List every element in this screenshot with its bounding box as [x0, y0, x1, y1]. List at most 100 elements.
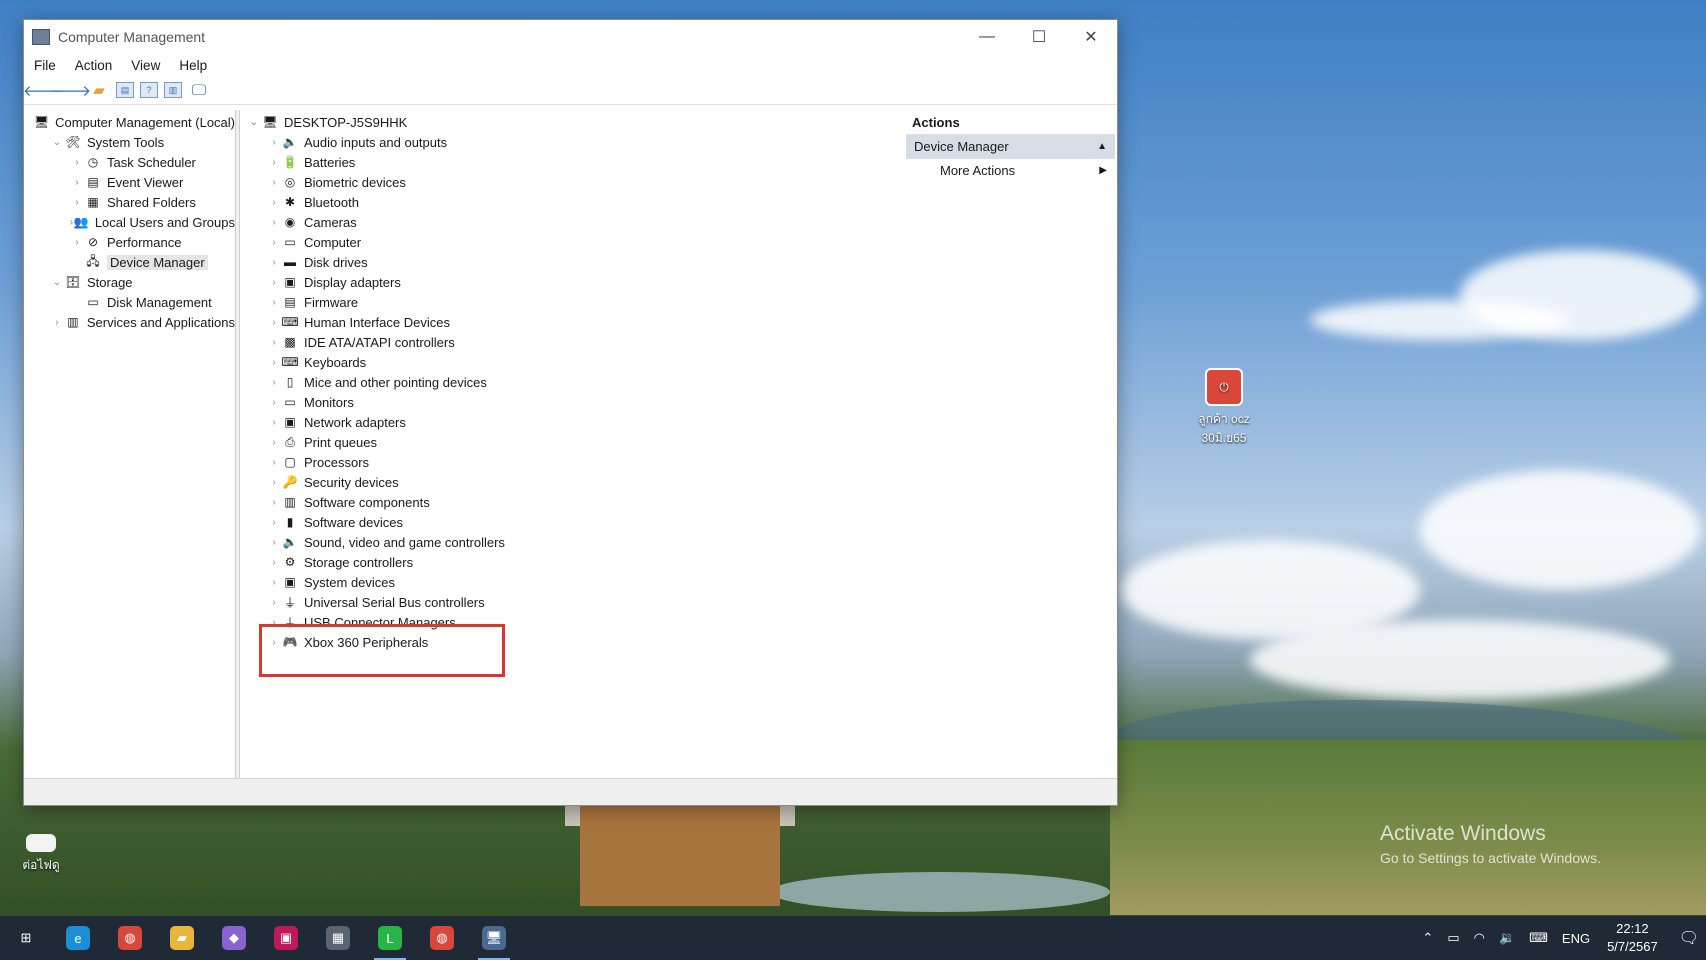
expand-chevron-icon[interactable]: › — [266, 317, 282, 328]
device-category-software-components[interactable]: › ▥ Software components — [240, 492, 923, 512]
color-app[interactable]: ◆ — [208, 916, 260, 960]
media-app[interactable]: ▣ — [260, 916, 312, 960]
expand-chevron-icon[interactable]: › — [266, 457, 282, 468]
expand-chevron-icon[interactable]: › — [266, 177, 282, 188]
expand-chevron-icon[interactable]: › — [266, 517, 282, 528]
tree-item-event-viewer[interactable]: › ▤ Event Viewer — [25, 172, 235, 192]
device-category-keyboards[interactable]: › ⌨ Keyboards — [240, 352, 923, 372]
expand-chevron-icon[interactable]: › — [266, 357, 282, 368]
more-actions-item[interactable]: More Actions ▶ — [906, 159, 1115, 183]
expand-chevron-icon[interactable]: › — [266, 637, 282, 648]
edge-app[interactable]: e — [52, 916, 104, 960]
expand-chevron-icon[interactable]: › — [266, 297, 282, 308]
menu-help[interactable]: Help — [179, 58, 207, 73]
tree-item-computer-management-local[interactable]: 🖥 Computer Management (Local) — [25, 112, 235, 132]
collapse-chevron-icon[interactable]: ⌄ — [49, 277, 65, 288]
language-indicator[interactable]: ENG — [1562, 931, 1590, 946]
monitor-icon[interactable]: 🖵 — [188, 80, 210, 100]
keyboard-icon[interactable]: ⌨ — [1529, 930, 1548, 946]
device-category-print-queues[interactable]: › ⎙ Print queues — [240, 432, 923, 452]
expand-chevron-icon[interactable]: › — [266, 197, 282, 208]
device-category-firmware[interactable]: › ▤ Firmware — [240, 292, 923, 312]
expand-chevron-icon[interactable]: › — [266, 217, 282, 228]
expand-chevron-icon[interactable]: › — [266, 497, 282, 508]
expand-chevron-icon[interactable]: › — [266, 557, 282, 568]
minimize-button[interactable]: — — [961, 20, 1013, 54]
close-button[interactable]: ✕ — [1065, 20, 1117, 54]
device-category-monitors[interactable]: › ▭ Monitors — [240, 392, 923, 412]
tree-item-system-tools[interactable]: ⌄ 🛠 System Tools — [25, 132, 235, 152]
device-category-display-adapters[interactable]: › ▣ Display adapters — [240, 272, 923, 292]
expand-chevron-icon[interactable]: › — [266, 577, 282, 588]
collapse-triangle-icon[interactable]: ▲ — [1097, 135, 1107, 159]
menu-view[interactable]: View — [131, 58, 160, 73]
line-app[interactable]: L — [364, 916, 416, 960]
expand-chevron-icon[interactable]: › — [266, 477, 282, 488]
clock[interactable]: 22:12 5/7/2567 — [1607, 920, 1658, 956]
device-category-network-adapters[interactable]: › ▣ Network adapters — [240, 412, 923, 432]
start-button[interactable]: ⊞ — [0, 916, 52, 960]
device-category-cameras[interactable]: › ◉ Cameras — [240, 212, 923, 232]
device-category-biometric-devices[interactable]: › ◎ Biometric devices — [240, 172, 923, 192]
tree-item-performance[interactable]: › ⊘ Performance — [25, 232, 235, 252]
expand-chevron-icon[interactable]: › — [266, 157, 282, 168]
expand-chevron-icon[interactable]: › — [266, 137, 282, 148]
device-category-software-devices[interactable]: › ▮ Software devices — [240, 512, 923, 532]
expand-chevron-icon[interactable]: › — [69, 197, 85, 208]
notification-icon[interactable]: 🗨 — [1679, 928, 1699, 948]
wifi-icon[interactable]: ◠ — [1474, 930, 1485, 946]
volume-icon[interactable]: 🔉 — [1499, 930, 1515, 946]
show-hidden-icons-chevron[interactable]: ⌃ — [1422, 930, 1433, 946]
tree-item-services-and-applications[interactable]: › ▥ Services and Applications — [25, 312, 235, 332]
computer-management-app[interactable]: 🖥 — [468, 916, 520, 960]
expand-chevron-icon[interactable]: › — [266, 397, 282, 408]
tree-item-disk-management[interactable]: ▭ Disk Management — [25, 292, 235, 312]
tree-item-shared-folders[interactable]: › ▦ Shared Folders — [25, 192, 235, 212]
expand-chevron-icon[interactable]: › — [266, 537, 282, 548]
file-explorer-app[interactable]: ▰ — [156, 916, 208, 960]
device-category-mice-and-other-pointing-devices[interactable]: › ▯ Mice and other pointing devices — [240, 372, 923, 392]
help-icon[interactable]: ? — [140, 82, 158, 98]
device-category-audio-inputs-and-outputs[interactable]: › 🔈 Audio inputs and outputs — [240, 132, 923, 152]
desktop-icon-file[interactable]: ต่อไฟดู — [4, 834, 78, 875]
expand-chevron-icon[interactable]: › — [266, 277, 282, 288]
device-category-bluetooth[interactable]: › ✱ Bluetooth — [240, 192, 923, 212]
collapse-chevron-icon[interactable]: ⌄ — [49, 137, 65, 148]
expand-chevron-icon[interactable]: › — [49, 317, 65, 328]
chrome-app[interactable]: ◍ — [104, 916, 156, 960]
device-category-sound-video-and-game-controllers[interactable]: › 🔈 Sound, video and game controllers — [240, 532, 923, 552]
properties-icon[interactable]: ▥ — [164, 82, 182, 98]
expand-chevron-icon[interactable]: › — [266, 257, 282, 268]
tree-item-storage[interactable]: ⌄ 🗄 Storage — [25, 272, 235, 292]
up-folder-icon[interactable]: ▰ — [88, 80, 110, 100]
device-category-human-interface-devices[interactable]: › ⌨ Human Interface Devices — [240, 312, 923, 332]
device-category-ide-ata-atapi-controllers[interactable]: › ▩ IDE ATA/ATAPI controllers — [240, 332, 923, 352]
device-category-xbox-360-peripherals[interactable]: › 🎮 Xbox 360 Peripherals — [240, 632, 923, 652]
expand-chevron-icon[interactable]: › — [266, 597, 282, 608]
device-tree-root[interactable]: ⌄ 🖥 DESKTOP-J5S9HHK — [240, 112, 923, 132]
device-category-disk-drives[interactable]: › ▬ Disk drives — [240, 252, 923, 272]
chrome-profile-app[interactable]: ◍ — [416, 916, 468, 960]
device-category-batteries[interactable]: › 🔋 Batteries — [240, 152, 923, 172]
device-category-system-devices[interactable]: › ▣ System devices — [240, 572, 923, 592]
expand-chevron-icon[interactable]: › — [266, 377, 282, 388]
device-category-computer[interactable]: › ▭ Computer — [240, 232, 923, 252]
tree-item-local-users-and-groups[interactable]: › 👥 Local Users and Groups — [25, 212, 235, 232]
expand-chevron-icon[interactable]: › — [69, 237, 85, 248]
expand-chevron-icon[interactable]: › — [266, 617, 282, 628]
device-category-security-devices[interactable]: › 🔑 Security devices — [240, 472, 923, 492]
show-hide-tree-icon[interactable]: ▤ — [116, 82, 134, 98]
expand-chevron-icon[interactable]: › — [266, 437, 282, 448]
collapse-chevron-icon[interactable]: ⌄ — [246, 117, 262, 128]
tree-item-task-scheduler[interactable]: › ◷ Task Scheduler — [25, 152, 235, 172]
battery-icon[interactable]: ▭ — [1447, 930, 1459, 946]
calculator-app[interactable]: ▦ — [312, 916, 364, 960]
tree-item-device-manager[interactable]: 🖧 Device Manager — [25, 252, 235, 272]
maximize-button[interactable]: ☐ — [1013, 20, 1065, 54]
actions-device-manager-section[interactable]: Device Manager ▲ — [906, 135, 1115, 159]
menu-action[interactable]: Action — [75, 58, 113, 73]
device-category-universal-serial-bus-controllers[interactable]: › ⏚ Universal Serial Bus controllers — [240, 592, 923, 612]
desktop-icon-customer[interactable]: ⏻ ลูกค้า ocz 30มิ.ย65 — [1180, 368, 1268, 448]
device-category-processors[interactable]: › ▢ Processors — [240, 452, 923, 472]
device-category-usb-connector-managers[interactable]: › ⏚ USB Connector Managers — [240, 612, 923, 632]
